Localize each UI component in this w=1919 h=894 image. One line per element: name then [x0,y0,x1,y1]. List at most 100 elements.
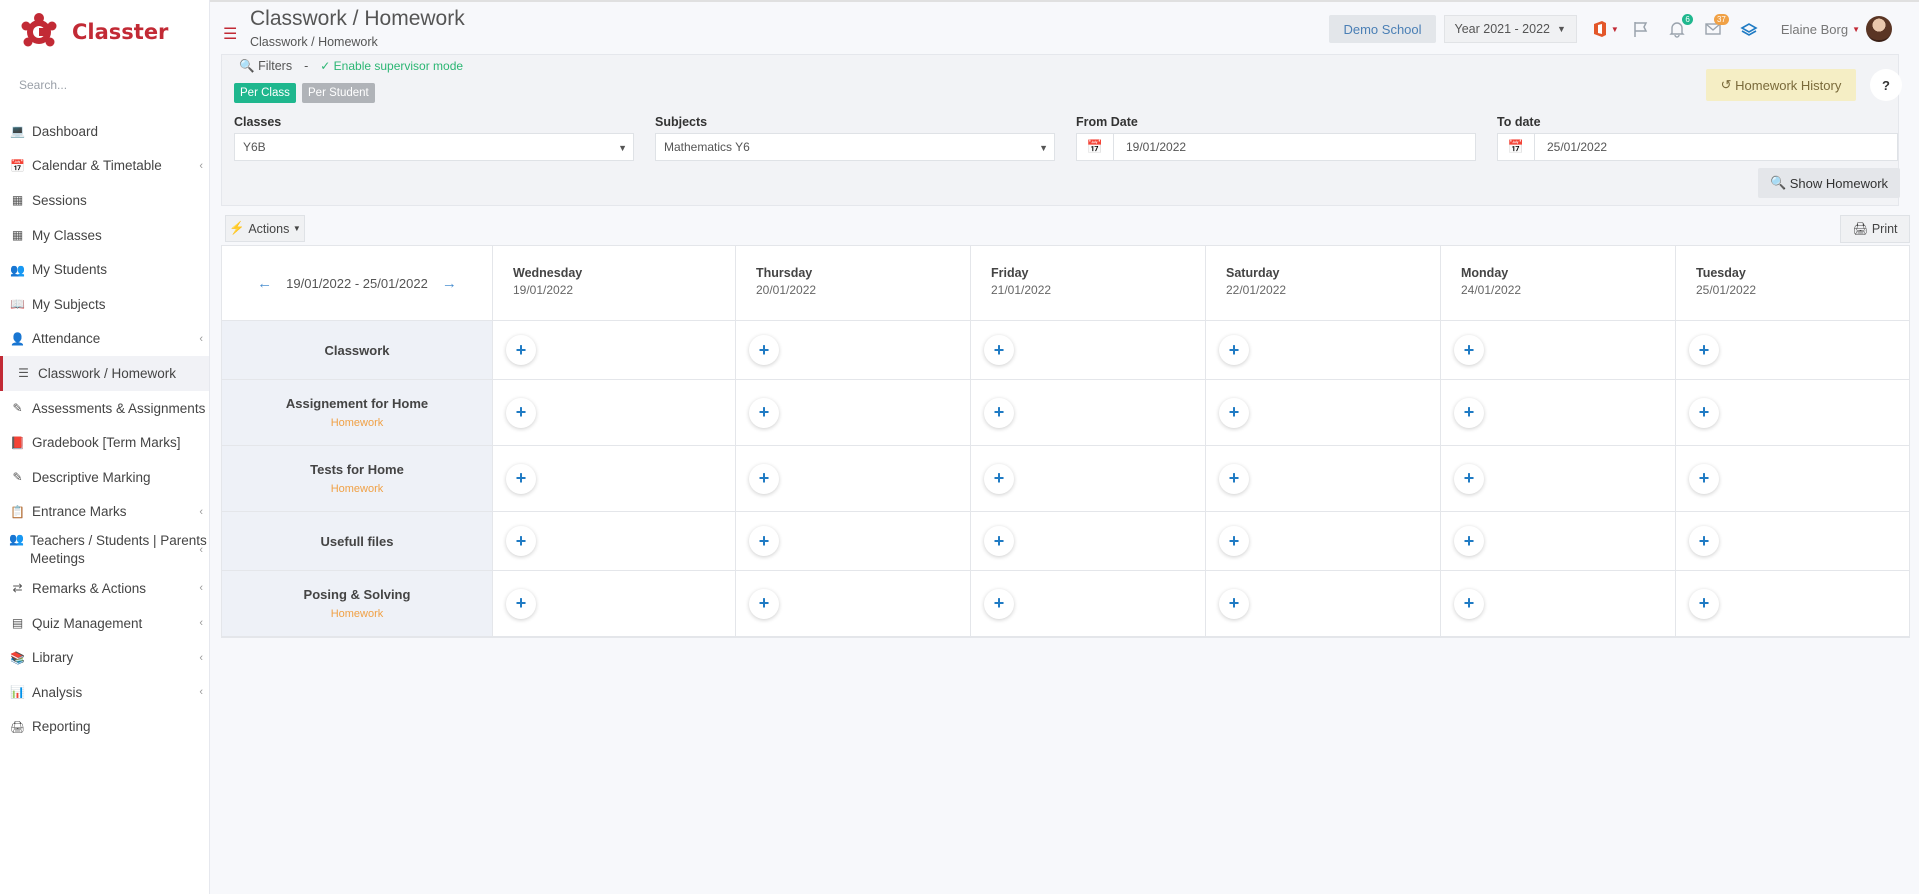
add-item-button[interactable]: + [1219,335,1249,365]
printer-icon: 🖨 [1852,221,1869,236]
print-button[interactable]: 🖨 Print [1840,215,1910,243]
plus-icon: + [758,402,770,422]
classes-label: Classes [234,115,282,129]
mail-icon[interactable]: 37 [1699,14,1729,43]
logo[interactable]: Classter [0,0,209,64]
sidebar-item-calendar-timetable[interactable]: 📅 Calendar & Timetable ‹ [0,149,209,184]
plus-icon: + [758,530,770,551]
add-item-button[interactable]: + [506,335,536,365]
add-item-button[interactable]: + [1219,526,1249,556]
add-item-button[interactable]: + [506,588,536,619]
sidebar-item-quiz-management[interactable]: ▤ Quiz Management ‹ [0,606,209,641]
sidebar-item-entrance-marks[interactable]: 📋 Entrance Marks ‹ [0,495,209,530]
day-name: Saturday [1226,266,1280,280]
add-item-button[interactable]: + [984,463,1014,494]
calendar-icon[interactable]: 📅 [1076,133,1114,161]
flag-icon[interactable] [1627,15,1655,43]
add-item-button[interactable]: + [984,526,1014,556]
office-icon[interactable]: ▼ [1591,15,1619,43]
add-item-button[interactable]: + [506,463,536,494]
classter-logo-icon [21,13,57,47]
sidebar-item-gradebook-term-marks[interactable]: 📕 Gradebook [Term Marks] [0,425,209,460]
filters-separator: - [304,59,309,73]
add-item-button[interactable]: + [506,397,536,428]
caret-down-icon: ▼ [618,143,627,153]
year-select[interactable]: Year 2021 - 2022 ▼ [1443,15,1577,43]
sidebar-item-assessments-assignments[interactable]: ✎ Assessments & Assignments ‹ [0,391,209,426]
page-title: Classwork / Homework [250,7,465,30]
filters-toggle[interactable]: 🔍 Filters [239,59,292,74]
meeting-icon: 👥 [9,531,24,546]
row-title: Tests for Home [310,462,404,477]
sidebar-item-sessions[interactable]: ▦ Sessions [0,183,209,218]
add-item-button[interactable]: + [1219,397,1249,428]
grid-cell: + [492,446,735,511]
sidebar-search-input[interactable]: Search... [0,64,209,104]
add-item-button[interactable]: + [984,588,1014,619]
add-item-button[interactable]: + [1454,463,1484,494]
show-homework-button[interactable]: 🔍 Show Homework [1758,168,1900,198]
add-item-button[interactable]: + [506,526,536,556]
print-label: Print [1871,222,1898,236]
per-student-button[interactable]: Per Student [302,83,375,103]
chevron-left-icon: ‹ [199,651,203,664]
user-menu[interactable]: Elaine Borg ▼ [1781,16,1892,42]
actions-button[interactable]: ⚡ Actions ▼ [225,215,305,242]
help-button[interactable]: ? [1870,69,1902,101]
to-date-field[interactable]: 📅 25/01/2022 [1497,133,1898,161]
sidebar-item-dashboard[interactable]: 💻 Dashboard [0,114,209,149]
add-item-button[interactable]: + [984,335,1014,365]
sidebar-item-library[interactable]: 📚 Library ‹ [0,640,209,675]
day-name: Wednesday [513,266,583,280]
sidebar-item-label: Dashboard [32,123,99,139]
add-item-button[interactable]: + [1689,463,1719,494]
per-class-button[interactable]: Per Class [234,83,296,103]
sidebar-item-descriptive-marking[interactable]: ✎ Descriptive Marking [0,460,209,495]
add-item-button[interactable]: + [1454,526,1484,556]
grid-cell: + [492,321,735,379]
sidebar-item-analysis[interactable]: 📊 Analysis ‹ [0,675,209,710]
sidebar-item-label: Teachers / Students | Parents Meetings [29,533,207,567]
sidebar-item-attendance[interactable]: 👤 Attendance ‹ [0,322,209,357]
add-item-button[interactable]: + [749,335,779,365]
add-item-button[interactable]: + [1689,588,1719,619]
calendar-icon[interactable]: 📅 [1497,133,1535,161]
enable-supervisor-link[interactable]: ✓ Enable supervisor mode [320,59,463,74]
checklist-icon: ☰ [18,366,29,381]
sidebar-item-my-classes[interactable]: ▦ My Classes [0,218,209,253]
add-item-button[interactable]: + [1219,463,1249,494]
add-item-button[interactable]: + [749,463,779,494]
layers-icon[interactable] [1735,15,1763,43]
add-item-button[interactable]: + [749,588,779,619]
add-item-button[interactable]: + [1454,397,1484,428]
add-item-button[interactable]: + [1454,588,1484,619]
laptop-icon: 💻 [10,124,25,139]
clipboard-icon: 📋 [10,504,25,519]
sidebar-item-my-students[interactable]: 👥 My Students [0,252,209,287]
bell-icon[interactable]: 6 [1663,14,1693,43]
add-item-button[interactable]: + [1454,335,1484,365]
homework-history-button[interactable]: ↺ Homework History [1706,69,1856,101]
add-item-button[interactable]: + [749,526,779,556]
arrow-left-icon[interactable]: ← [257,275,272,292]
classes-select[interactable]: Y6B ▼ [234,133,634,161]
add-item-button[interactable]: + [1689,397,1719,428]
sidebar-item-remarks-actions[interactable]: ⇄ Remarks & Actions ‹ [0,571,209,606]
add-item-button[interactable]: + [749,397,779,428]
sidebar-item-my-subjects[interactable]: 📖 My Subjects [0,287,209,322]
from-date-field[interactable]: 📅 19/01/2022 [1076,133,1476,161]
chevron-left-icon: ‹ [199,505,203,518]
sidebar-item-classwork-homework[interactable]: ☰ Classwork / Homework [0,356,209,391]
add-item-button[interactable]: + [1689,526,1719,556]
add-item-button[interactable]: + [1219,588,1249,619]
add-item-button[interactable]: + [1689,335,1719,365]
arrow-right-icon[interactable]: → [442,275,457,292]
school-button[interactable]: Demo School [1329,15,1436,43]
sidebar-item-teachers-students-parents-meetings[interactable]: 👥 Teachers / Students | Parents Meetings ‹ [0,529,209,571]
subjects-select[interactable]: Mathematics Y6 ▼ [655,133,1055,161]
add-item-button[interactable]: + [984,397,1014,428]
hamburger-menu-icon[interactable]: ☰ [223,24,237,44]
date-range-nav: ← 19/01/2022 - 25/01/2022 → [222,246,492,321]
chart-icon: 📊 [10,685,25,700]
sidebar-item-reporting[interactable]: 🖨 Reporting [0,710,209,745]
